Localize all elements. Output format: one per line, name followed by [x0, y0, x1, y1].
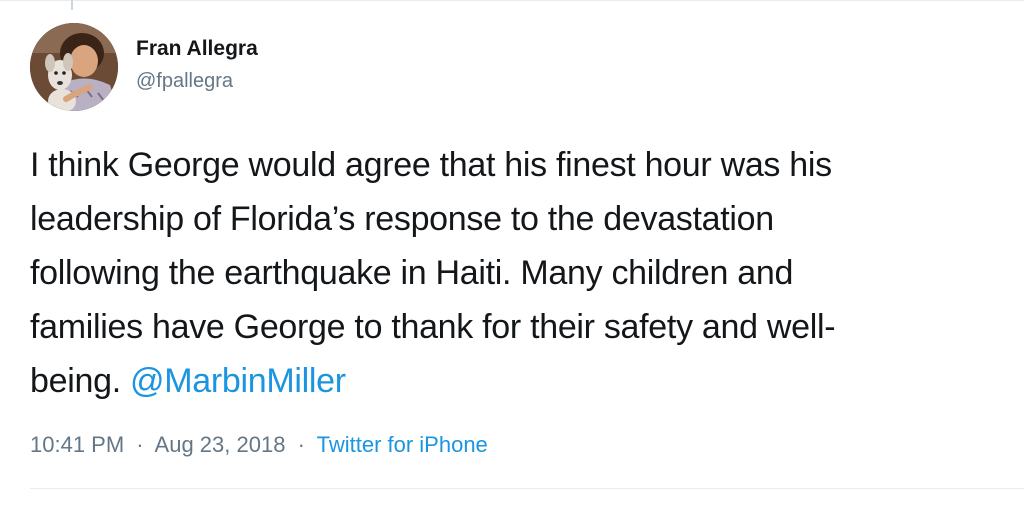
tweet-text-line-last: being. @MarbinMiller: [30, 354, 1005, 408]
user-handle[interactable]: @fpallegra: [136, 68, 258, 94]
tweet-source-link[interactable]: Twitter for iPhone: [317, 432, 488, 457]
tweet-text-line: I think George would agree that his fine…: [30, 146, 832, 184]
tweet-meta: 10:41 PM · Aug 23, 2018 · Twitter for iP…: [30, 430, 488, 460]
mention-link[interactable]: @MarbinMiller: [130, 362, 346, 400]
meta-separator: ·: [136, 432, 144, 457]
tweet-text: I think George would agree that his fine…: [30, 138, 1005, 408]
top-divider: [0, 0, 1024, 1]
avatar[interactable]: [30, 23, 118, 111]
tweet-card: Fran Allegra @fpallegra I think George w…: [0, 0, 1024, 508]
bottom-divider: [30, 488, 1024, 489]
profile-photo-icon: [30, 23, 118, 111]
tweet-text-line: leadership of Florida’s response to the …: [30, 200, 774, 238]
meta-separator: ·: [297, 432, 305, 457]
thread-line: [71, 0, 73, 10]
tweet-date[interactable]: Aug 23, 2018: [155, 432, 286, 457]
user-info: Fran Allegra @fpallegra: [136, 36, 258, 94]
display-name[interactable]: Fran Allegra: [136, 36, 258, 62]
tweet-text-fragment: being.: [30, 362, 130, 400]
tweet-text-line: families have George to thank for their …: [30, 308, 836, 346]
tweet-text-line: following the earthquake in Haiti. Many …: [30, 254, 794, 292]
tweet-time[interactable]: 10:41 PM: [30, 432, 124, 457]
